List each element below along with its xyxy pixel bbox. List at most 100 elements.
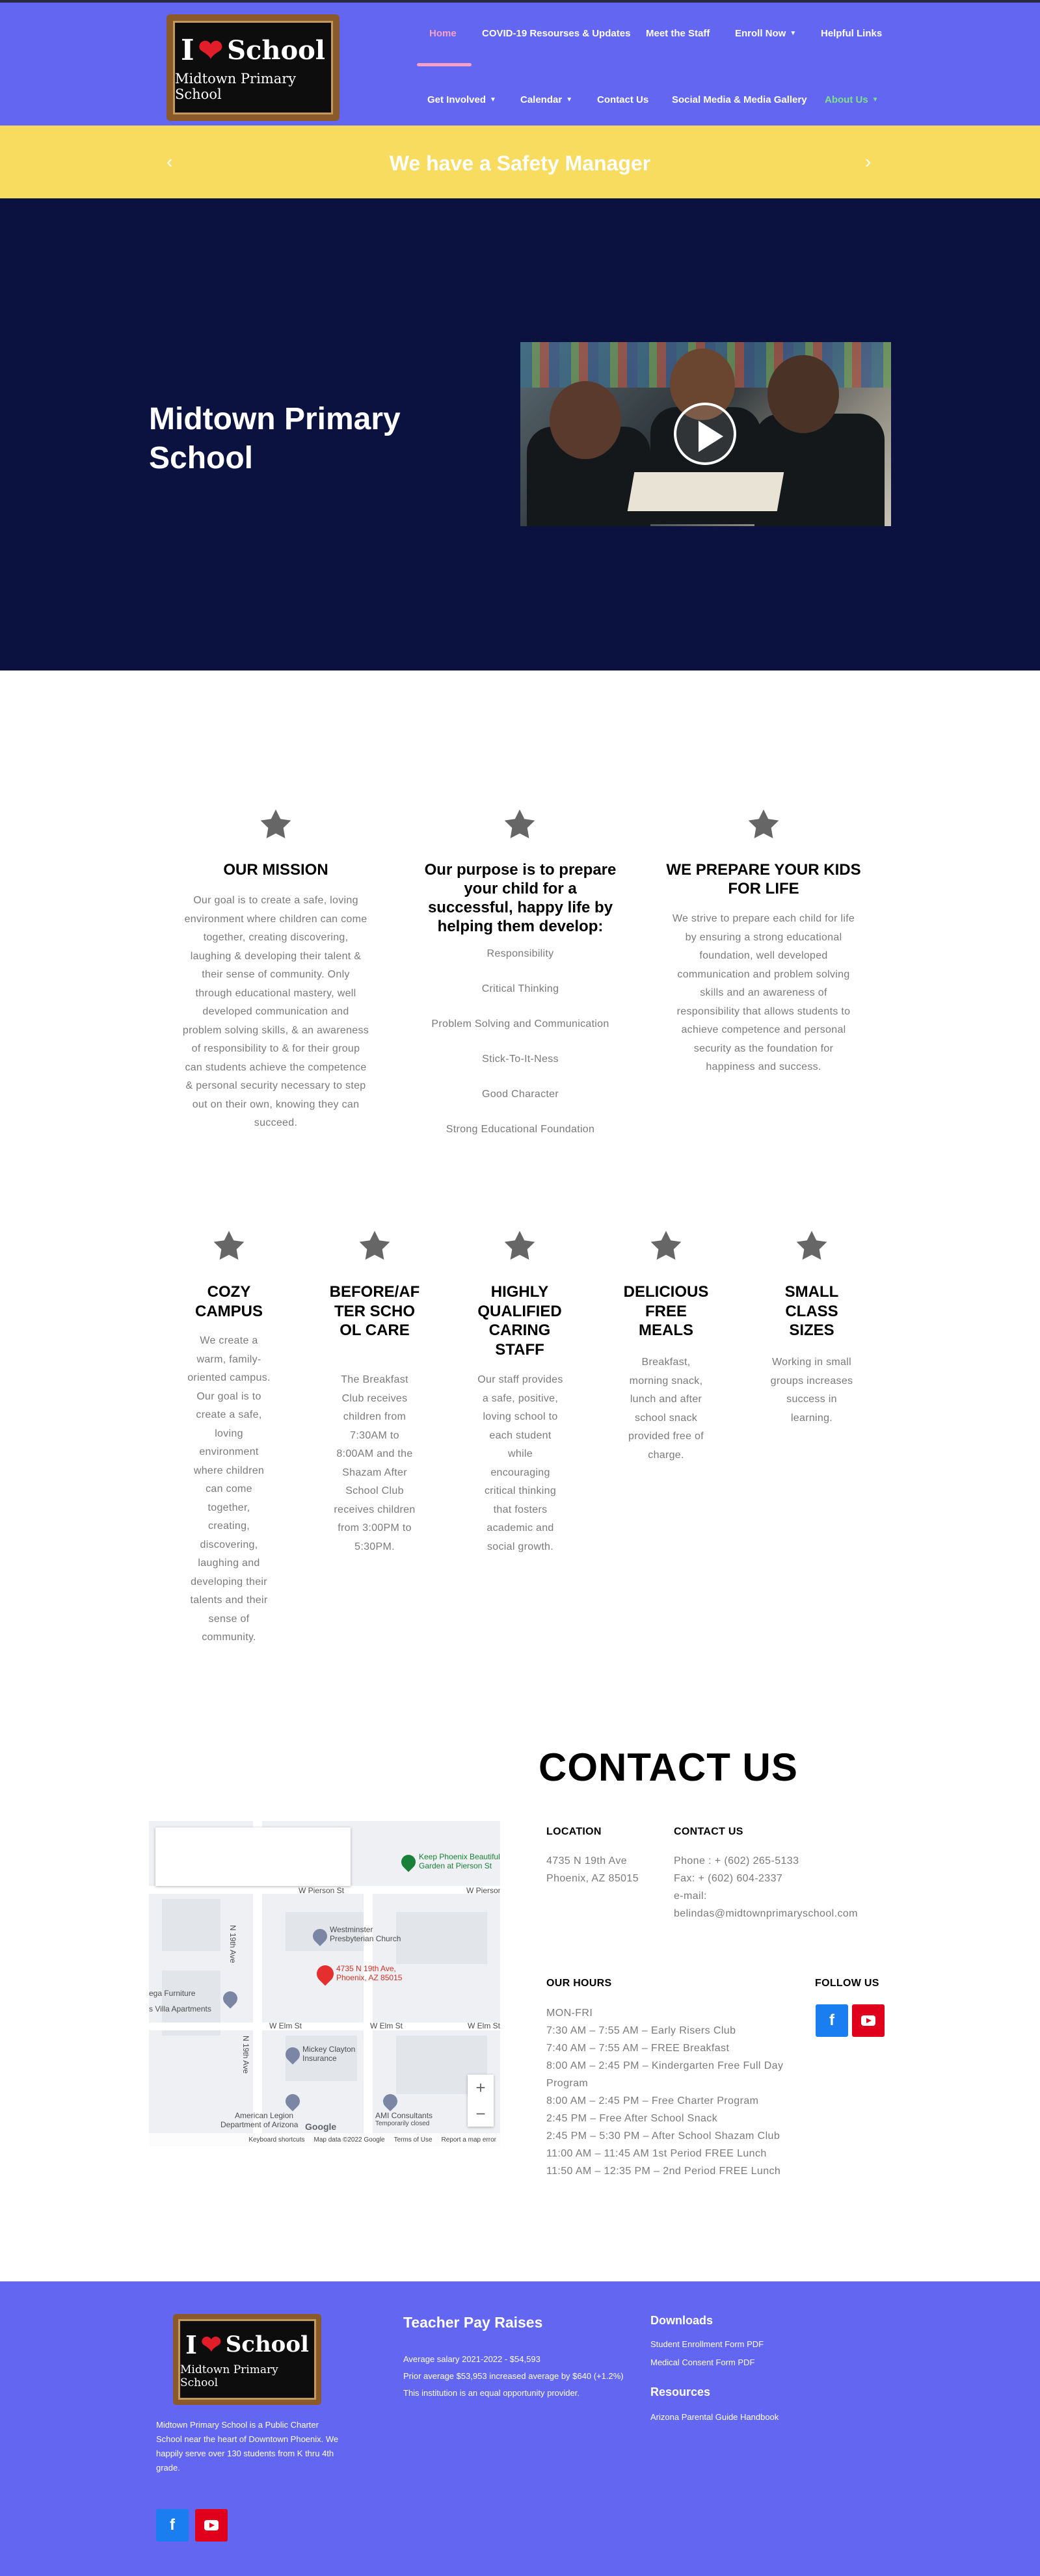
purpose-item: Good Character — [481, 1089, 559, 1100]
purpose-item: Stick-To-It-Ness — [482, 1054, 559, 1065]
phone-number[interactable]: Phone : + (602) 265-5133 — [674, 1852, 799, 1870]
map-business-pin[interactable] — [380, 2091, 401, 2112]
map-road — [149, 2023, 500, 2030]
play-icon[interactable] — [674, 403, 736, 465]
map-street: W Pierson St — [466, 1886, 500, 1895]
feature-title: BEFORE/AFTER SCHOOL CARE — [329, 1283, 420, 1339]
feature-title: COZY CAMPUS — [194, 1283, 263, 1320]
hours-item: 7:40 AM – 7:55 AM – FREE Breakfast — [546, 2043, 730, 2054]
hours-item: 2:45 PM – Free After School Snack — [546, 2113, 718, 2124]
map-place: Insurance — [302, 2054, 337, 2063]
nav-contact[interactable]: Contact Us — [597, 94, 648, 105]
map-zoom-in[interactable]: + — [468, 2075, 494, 2101]
mission-text: Our goal is to create a safe, loving env… — [182, 895, 369, 1128]
logo-school: School — [225, 2331, 309, 2357]
purpose-item: Strong Educational Foundation — [446, 1124, 595, 1135]
nav-home[interactable]: Home — [429, 28, 457, 39]
email-link[interactable]: belindas@midtownprimaryschool.com — [674, 1905, 882, 1922]
prepare-title: WE PREPARE YOUR KIDS FOR LIFE — [666, 861, 861, 897]
nav-get-involved[interactable]: Get Involved ▼ — [427, 94, 496, 105]
purpose-item: Critical Thinking — [481, 983, 559, 994]
heart-icon: ❤ — [200, 2330, 222, 2359]
map-terms[interactable]: Terms of Use — [394, 2136, 433, 2144]
logo-line1: I ❤ School — [185, 2330, 309, 2359]
map-place: Phoenix, AZ 85015 — [336, 1973, 403, 1982]
chevron-down-icon: ▼ — [790, 30, 797, 37]
map-place: s Villa Apartments — [149, 2004, 211, 2013]
resource-link[interactable]: Arizona Parental Guide Handbook — [650, 2409, 779, 2426]
nav-calendar[interactable]: Calendar ▼ — [520, 94, 572, 105]
map-report[interactable]: Report a map error — [442, 2136, 496, 2144]
map-store-pin[interactable] — [220, 1988, 241, 2009]
star-icon — [213, 1230, 245, 1260]
google-logo: Google — [305, 2121, 337, 2132]
email-label: e-mail: — [674, 1891, 707, 1902]
pay-raises-title: Teacher Pay Raises — [403, 2314, 543, 2331]
map-street: W Elm St — [370, 2021, 403, 2030]
intro-video[interactable] — [520, 342, 891, 526]
logo-school: School — [227, 34, 326, 66]
youtube-button[interactable] — [852, 2004, 885, 2037]
school-logo[interactable]: I ❤ School Midtown Primary School — [167, 14, 340, 121]
purpose-list: Responsibility Critical Thinking Problem… — [416, 946, 624, 1157]
map-place: Mickey Clayton — [302, 2045, 356, 2054]
download-link[interactable]: Student Enrollment Form PDF — [650, 2336, 764, 2353]
logo-board: I ❤ School Midtown Primary School — [173, 21, 333, 114]
hours-item: 11:00 AM – 11:45 AM 1st Period FREE Lunc… — [546, 2148, 767, 2159]
logo-school-name: Midtown Primary School — [180, 2363, 278, 2389]
nav-covid[interactable]: COVID-19 Resourses & Updates — [482, 28, 630, 39]
map-business-pin[interactable] — [282, 2091, 303, 2112]
nav-about[interactable]: About Us ▼ — [825, 94, 879, 105]
footer-logo[interactable]: I ❤ School Midtown Primary School — [173, 2314, 321, 2405]
map-place: American Legion — [235, 2111, 294, 2120]
nav-active-indicator — [417, 63, 472, 66]
location-map[interactable]: W Pierson St W Pierson St W Elm St W Elm… — [149, 1821, 500, 2146]
heart-icon: ❤ — [198, 33, 224, 68]
pay-line: This institution is an equal opportunity… — [403, 2388, 580, 2398]
school-location-pin[interactable] — [313, 1961, 338, 1986]
nav-enroll[interactable]: Enroll Now ▼ — [735, 28, 796, 39]
map-place: Garden at Pierson St — [419, 1861, 492, 1870]
map-place: Keep Phoenix Beautiful — [419, 1852, 500, 1861]
map-place: Temporarily closed — [375, 2120, 430, 2127]
map-keyboard-shortcuts[interactable]: Keyboard shortcuts — [248, 2136, 304, 2144]
nav-meet-staff[interactable]: Meet the Staff — [646, 28, 710, 39]
logo-line1: I ❤ School — [181, 34, 325, 67]
pay-line: Prior average $53,953 increased average … — [403, 2371, 624, 2381]
chevron-down-icon: ▼ — [872, 96, 879, 103]
header-topline — [0, 0, 1040, 3]
youtube-icon — [204, 2520, 219, 2530]
map-street: W Elm St — [269, 2021, 302, 2030]
map-footer: Keyboard shortcuts Map data ©2022 Google… — [149, 2133, 500, 2146]
map-place: AMI Consultants — [375, 2111, 433, 2120]
logo-school-name: Midtown Primary School — [175, 70, 297, 102]
hours-item: 11:50 AM – 12:35 PM – 2nd Period FREE Lu… — [546, 2166, 781, 2177]
star-icon — [650, 1230, 682, 1260]
map-zoom-out[interactable]: − — [468, 2101, 494, 2127]
feature-text: Working in small groups increases succes… — [770, 1357, 853, 1424]
map-zoom-control: + − — [468, 2075, 494, 2127]
video-child-3-head — [767, 355, 839, 433]
footer-facebook-button[interactable]: f — [156, 2509, 189, 2542]
map-park-pin[interactable] — [398, 1852, 419, 1872]
announcement-banner: ‹ We have a Safety Manager › — [0, 126, 1040, 198]
map-street: W Pierson St — [299, 1886, 345, 1895]
site-footer: I ❤ School Midtown Primary School Midtow… — [0, 2281, 1040, 2576]
facebook-button[interactable]: f — [816, 2004, 848, 2037]
banner-next-arrow[interactable]: › — [865, 152, 871, 172]
pay-line: Average salary 2021-2022 - $54,593 — [403, 2354, 540, 2364]
star-icon — [748, 809, 779, 839]
star-icon — [260, 809, 291, 839]
download-link[interactable]: Medical Consent Form PDF — [650, 2354, 754, 2371]
nav-enroll-label: Enroll Now — [735, 28, 786, 39]
hours-item: 7:30 AM – 7:55 AM – Early Risers Club — [546, 2025, 736, 2036]
nav-helpful-links[interactable]: Helpful Links — [821, 28, 882, 39]
fax-number: Fax: + (602) 604-2337 — [674, 1873, 783, 1884]
feature-title: DELICIOUS FREE MEALS — [623, 1283, 709, 1339]
youtube-icon — [861, 2015, 875, 2026]
nav-social-media[interactable]: Social Media & Media Gallery — [672, 94, 807, 105]
map-info-card[interactable] — [155, 1827, 351, 1886]
address-line1: 4735 N 19th Ave — [546, 1855, 628, 1866]
banner-text: We have a Safety Manager — [389, 152, 651, 175]
footer-youtube-button[interactable] — [195, 2509, 228, 2542]
